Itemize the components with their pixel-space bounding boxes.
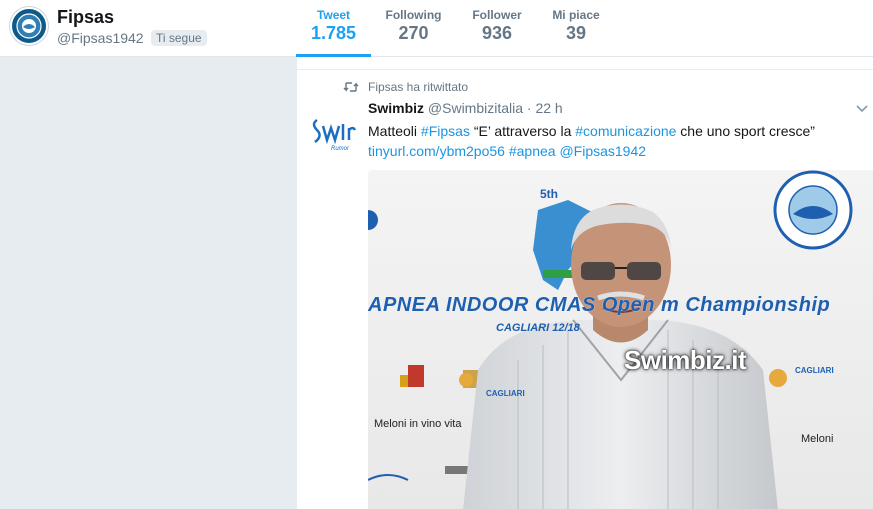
hashtag-link[interactable]: #apnea: [509, 143, 556, 159]
profile-avatar[interactable]: [10, 7, 48, 45]
swimbiz-logo-icon: Rumor: [307, 110, 357, 154]
stat-label: Mi piace: [552, 8, 600, 22]
sponsor-text: Meloni in vino vita: [374, 418, 462, 430]
chevron-down-icon[interactable]: [854, 100, 870, 116]
stat-label: Following: [385, 8, 442, 22]
photo-illustration: 5th: [368, 170, 873, 509]
tweet-photo[interactable]: 5th APNEA INDOOR CMAS Open m Championshi…: [368, 170, 873, 509]
tweet-text-part: Matteoli: [368, 123, 421, 139]
sponsor-text: Meloni: [801, 433, 834, 445]
stat-label: Follower: [472, 8, 522, 22]
stat-value: 270: [398, 23, 429, 43]
tweet-text-part: che uno sport cresce”: [676, 123, 815, 139]
tweet[interactable]: Fipsas ha ritwittato Rumor Swimbiz @Swim…: [297, 70, 873, 509]
svg-text:Rumor: Rumor: [331, 146, 350, 152]
mention-link[interactable]: @Fipsas1942: [559, 143, 646, 159]
stat-value: 39: [565, 23, 587, 43]
tweet-text-part: “E’ attraverso la: [469, 123, 576, 139]
previous-tweet-actions: [297, 57, 873, 70]
hashtag-link[interactable]: #comunicazione: [575, 123, 676, 139]
stat-value: 1.785: [310, 23, 357, 43]
profile-handle[interactable]: @Fipsas1942: [57, 30, 144, 46]
hashtag-link[interactable]: #Fipsas: [421, 123, 470, 139]
profile-name[interactable]: Fipsas: [57, 7, 114, 28]
retweet-context-label[interactable]: Fipsas ha ritwittato: [368, 80, 468, 94]
author-handle[interactable]: @Swimbizitalia: [428, 100, 523, 116]
stat-value: 936: [481, 23, 513, 43]
stat-tweets[interactable]: Tweet 1.785: [296, 0, 371, 57]
photo-watermark: Swimbiz.it: [624, 345, 747, 375]
url-link[interactable]: tinyurl.com/ybm2po56: [368, 143, 505, 159]
stat-likes[interactable]: Mi piace 39: [538, 0, 614, 57]
timeline: Fipsas ha ritwittato Rumor Swimbiz @Swim…: [297, 57, 873, 509]
banner-subtext: CAGLIARI 12/18: [496, 322, 580, 334]
profile-header: Fipsas @Fipsas1942 Ti segue Tweet 1.785 …: [0, 0, 873, 57]
sponsor-text: CAGLIARI: [795, 366, 834, 375]
tweet-timestamp[interactable]: · 22 h: [527, 100, 563, 116]
sponsor-text: CAGLIARI: [486, 389, 525, 398]
stat-following[interactable]: Following 270: [371, 0, 456, 57]
tweet-header: Swimbiz @Swimbizitalia · 22 h: [368, 100, 563, 116]
author-name[interactable]: Swimbiz: [368, 100, 424, 116]
retweet-icon: [343, 82, 359, 92]
follows-you-badge: Ti segue: [151, 30, 207, 46]
fipsas-logo-icon: [13, 10, 45, 42]
banner-text: APNEA INDOOR CMAS Open m Championship: [368, 294, 831, 316]
author-avatar[interactable]: Rumor: [307, 110, 357, 154]
stat-label: Tweet: [316, 8, 351, 22]
tweet-text: Matteoli #Fipsas “E’ attraverso la #comu…: [368, 121, 848, 161]
retweet-context: Fipsas ha ritwittato: [343, 80, 468, 94]
svg-text:5th: 5th: [540, 187, 558, 201]
profile-stats: Tweet 1.785 Following 270 Follower 936 M…: [296, 0, 614, 57]
stat-followers[interactable]: Follower 936: [456, 0, 538, 57]
